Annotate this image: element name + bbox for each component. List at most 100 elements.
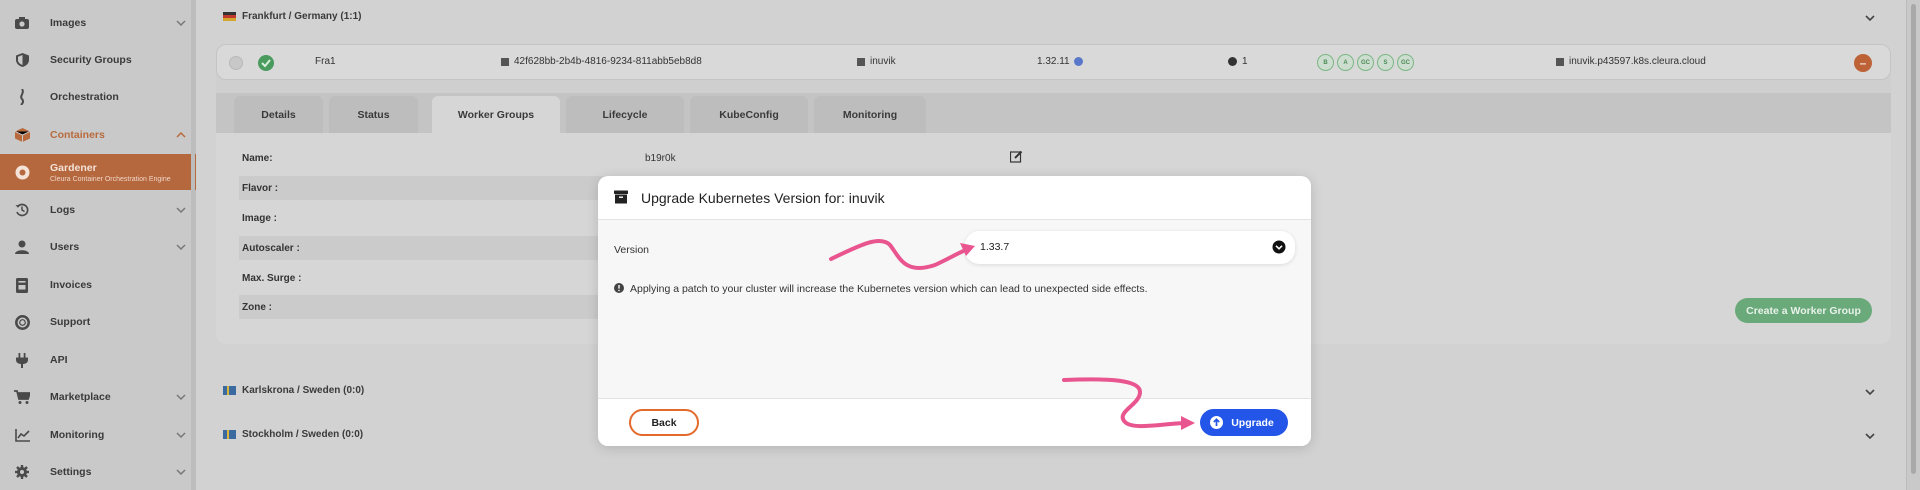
- region-header-karlskrona[interactable]: Karlskrona / Sweden (0:0): [223, 380, 364, 400]
- tab-status[interactable]: Status: [329, 96, 418, 133]
- tab-details[interactable]: Details: [234, 96, 323, 133]
- modal-body: Version 1.33.7 Applying a patch to your …: [598, 220, 1311, 398]
- info-icon[interactable]: [1073, 57, 1083, 66]
- upgrade-button[interactable]: Upgrade: [1200, 409, 1288, 436]
- sidebar-scrollbar[interactable]: [191, 0, 195, 490]
- cluster-row[interactable]: Fra1 42f628bb-2b4b-4816-9234-811abb5eb8d…: [216, 44, 1891, 80]
- sidebar-item-sublabel: Cleura Container Orchestration Engine: [50, 176, 171, 183]
- chevron-down-icon: [176, 244, 186, 251]
- chevron-down-icon: [176, 207, 186, 214]
- shield-icon: [13, 51, 31, 69]
- sidebar-item-label: Security Groups: [50, 54, 132, 66]
- sidebar-item-images[interactable]: Images: [0, 6, 196, 40]
- version-select[interactable]: 1.33.7: [965, 231, 1295, 264]
- cluster-actions-button[interactable]: –: [1854, 54, 1872, 72]
- sidebar-item-support[interactable]: Support: [0, 305, 196, 339]
- tab-monitoring[interactable]: Monitoring: [814, 96, 926, 133]
- sidebar-item-api[interactable]: API: [0, 343, 196, 377]
- sidebar-item-containers[interactable]: Containers: [0, 118, 196, 152]
- history-icon: [13, 201, 31, 219]
- info-circle-icon: [614, 283, 624, 293]
- tab-lifecycle[interactable]: Lifecycle: [566, 96, 684, 133]
- sidebar-item-label: Settings: [50, 466, 92, 478]
- cluster-project: inuvik: [857, 56, 896, 67]
- sidebar-item-label: Orchestration: [50, 91, 119, 103]
- cluster-id-text: 42f628bb-2b4b-4816-9234-811abb5eb8d8: [514, 56, 702, 67]
- sidebar-item-security-groups[interactable]: Security Groups: [0, 43, 196, 77]
- chevron-down-circle-icon: [1272, 240, 1286, 254]
- containers-icon: [13, 126, 31, 144]
- sidebar-item-users[interactable]: Users: [0, 230, 196, 264]
- cluster-project-text: inuvik: [870, 56, 896, 67]
- node-icon: [1228, 57, 1237, 66]
- region-header-frankfurt[interactable]: Frankfurt / Germany (1:1): [223, 6, 361, 26]
- upgrade-button-label: Upgrade: [1231, 416, 1274, 429]
- cluster-id: 42f628bb-2b4b-4816-9234-811abb5eb8d8: [501, 56, 702, 67]
- sidebar-item-monitoring[interactable]: Monitoring: [0, 418, 196, 452]
- chevron-down-icon: [176, 432, 186, 439]
- cluster-nodes-text: 1: [1242, 56, 1248, 67]
- chevron-down-icon: [176, 20, 186, 27]
- cluster-version-text: 1.32.11: [1037, 56, 1070, 67]
- chevron-down-icon[interactable]: [1864, 12, 1876, 24]
- upgrade-warning-text: Applying a patch to your cluster will in…: [630, 283, 1148, 295]
- back-button[interactable]: Back: [629, 409, 699, 436]
- worker-name-value: b19r0k: [645, 153, 676, 164]
- region-name: Karlskrona / Sweden (0:0): [242, 384, 365, 396]
- orchestration-icon: [13, 88, 31, 106]
- server-icon: [501, 57, 509, 66]
- region-header-stockholm[interactable]: Stockholm / Sweden (0:0): [223, 424, 363, 444]
- cluster-nodes: 1: [1228, 56, 1248, 67]
- sidebar-item-label: Monitoring: [50, 429, 105, 441]
- worker-name-label: Name:: [242, 152, 273, 164]
- gear-icon: [13, 463, 31, 481]
- sidebar-item-label: Gardener: [50, 162, 97, 174]
- page-scrollbar[interactable]: [1906, 0, 1920, 490]
- tab-worker-groups[interactable]: Worker Groups: [432, 96, 560, 133]
- modal-title: Upgrade Kubernetes Version for: inuvik: [641, 190, 885, 206]
- upgrade-modal: Upgrade Kubernetes Version for: inuvik V…: [598, 176, 1311, 446]
- cluster-version: 1.32.11: [1037, 56, 1083, 67]
- sidebar-item-label: Users: [50, 241, 80, 253]
- cart-icon: [13, 388, 31, 406]
- edit-icon[interactable]: [1010, 150, 1023, 163]
- sidebar-item-orchestration[interactable]: Orchestration: [0, 80, 196, 114]
- sidebar-item-label: Logs: [50, 204, 76, 216]
- cluster-select-radio[interactable]: [229, 56, 243, 70]
- archive-box-icon: [614, 190, 628, 204]
- service-chip: S: [1377, 54, 1394, 71]
- worker-autoscaler-label: Autoscaler :: [242, 242, 300, 254]
- sidebar-item-marketplace[interactable]: Marketplace: [0, 380, 196, 414]
- cluster-host: inuvik.p43597.k8s.cleura.cloud: [1556, 56, 1706, 67]
- version-label: Version: [614, 244, 650, 256]
- service-chip: B: [1317, 54, 1334, 71]
- worker-zone-label: Zone :: [242, 301, 272, 313]
- scrollbar-thumb[interactable]: [1911, 4, 1916, 474]
- chart-icon: [13, 426, 31, 444]
- sidebar-item-settings[interactable]: Settings: [0, 455, 196, 489]
- sidebar-item-label: Images: [50, 17, 87, 29]
- sidebar-item-label: Invoices: [50, 279, 93, 291]
- sidebar-item-label: API: [50, 354, 68, 366]
- flag-sweden-icon: [223, 385, 236, 395]
- region-name: Stockholm / Sweden (0:0): [242, 428, 364, 440]
- gardener-icon: [13, 163, 31, 181]
- sidebar-item-logs[interactable]: Logs: [0, 193, 196, 227]
- cluster-name: Fra1: [315, 56, 336, 67]
- worker-image-label: Image :: [242, 212, 278, 224]
- sidebar-item-label: Support: [50, 316, 91, 328]
- create-worker-group-button[interactable]: Create a Worker Group: [1735, 298, 1872, 323]
- region-name: Frankfurt / Germany (1:1): [242, 10, 362, 22]
- service-chip: GC: [1357, 54, 1374, 71]
- sidebar-item-label: Marketplace: [50, 391, 111, 403]
- tab-kubeconfig[interactable]: KubeConfig: [690, 96, 808, 133]
- sidebar-item-label: Containers: [50, 129, 105, 141]
- sidebar-item-gardener[interactable]: Gardener Cleura Container Orchestration …: [0, 154, 196, 190]
- chevron-down-icon[interactable]: [1864, 386, 1876, 398]
- server-icon: [857, 57, 865, 66]
- user-icon: [13, 238, 31, 256]
- server-icon: [1556, 57, 1564, 66]
- chevron-down-icon[interactable]: [1864, 430, 1876, 442]
- version-select-value: 1.33.7: [980, 241, 1010, 253]
- sidebar-item-invoices[interactable]: Invoices: [0, 268, 196, 302]
